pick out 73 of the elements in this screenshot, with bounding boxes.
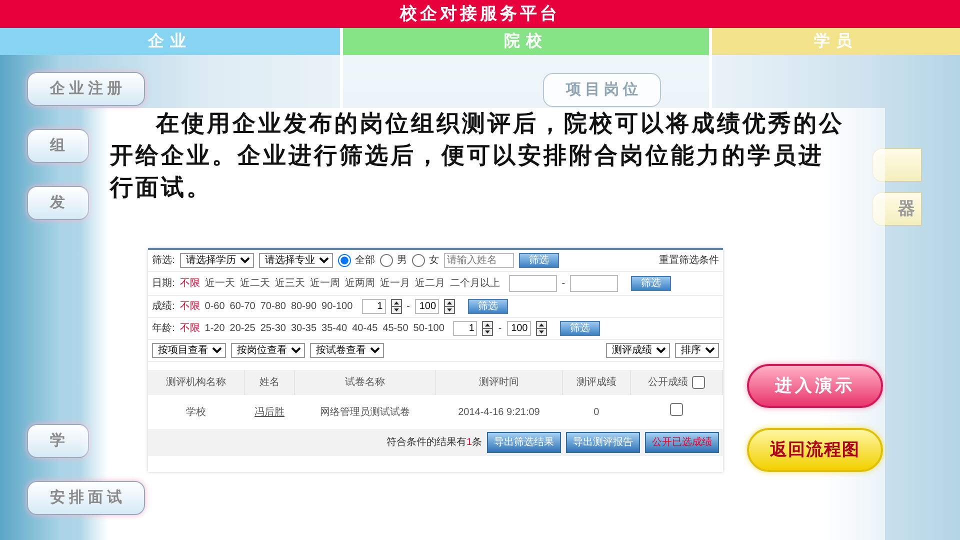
table-cell: 网络管理员测试试卷 xyxy=(294,395,436,429)
column-header: 公开成绩 xyxy=(648,377,688,388)
number-field[interactable]: 100 xyxy=(506,321,531,336)
date-field[interactable] xyxy=(508,275,557,292)
filter-label: 日期: xyxy=(152,276,175,291)
radio-label: 女 xyxy=(428,254,439,268)
column-header: 测评机构名称 xyxy=(148,370,244,395)
select-all-checkbox[interactable] xyxy=(692,376,705,389)
reset-link[interactable]: 重置筛选条件 xyxy=(659,253,719,268)
table-cell: 0 xyxy=(562,395,630,429)
filter-option[interactable]: 近一天 xyxy=(204,276,235,291)
row-checkbox[interactable] xyxy=(670,403,683,416)
number-field[interactable]: 1 xyxy=(362,299,386,314)
filter-option[interactable]: 80-90 xyxy=(290,299,317,314)
column-header: 试卷名称 xyxy=(294,370,436,395)
select-field[interactable]: 按岗位查看 xyxy=(231,343,305,358)
filter-option[interactable]: 近二天 xyxy=(240,276,270,291)
app-title: 校企对接服务平台 xyxy=(0,0,960,28)
select-field[interactable]: 请选择专业 xyxy=(258,253,333,268)
filter-option[interactable]: 不限 xyxy=(180,299,200,314)
select-field[interactable]: 请选择学历 xyxy=(180,253,254,268)
filter-option[interactable]: 1-20 xyxy=(204,321,225,336)
filter-option[interactable]: 近两周 xyxy=(344,276,375,291)
filter-option[interactable]: 近一月 xyxy=(380,276,410,291)
spinner-icon[interactable] xyxy=(536,321,547,336)
filter-option[interactable]: 60-70 xyxy=(230,299,256,314)
dash-text: - xyxy=(498,322,502,336)
filter-label: 成绩: xyxy=(152,300,175,314)
filter-option[interactable]: 40-45 xyxy=(352,321,378,336)
description-text: 在使用企业发布的岗位组织测评后，院校可以将成绩优秀的公开给企业。企业进行筛选后，便可以安排附合岗位能力的学员进行面试。 xyxy=(110,110,845,202)
filter-option[interactable]: 二个月以上 xyxy=(450,276,500,291)
select-field[interactable]: 排序 xyxy=(675,343,719,358)
column-header: 测评成绩 xyxy=(562,370,630,395)
filter-option[interactable]: 近二月 xyxy=(414,276,445,291)
number-field[interactable]: 100 xyxy=(415,299,440,314)
name-field[interactable]: 请输入姓名 xyxy=(444,253,514,268)
radio-button[interactable] xyxy=(380,254,393,267)
filter-option[interactable]: 30-35 xyxy=(290,321,317,336)
spinner-icon[interactable] xyxy=(390,299,402,314)
table-cell: 2014-4-16 9:21:09 xyxy=(435,395,563,429)
select-field[interactable]: 按项目查看 xyxy=(152,343,226,358)
radio-button[interactable] xyxy=(412,254,425,267)
filter-option[interactable]: 近一周 xyxy=(310,276,340,291)
spinner-icon[interactable] xyxy=(482,321,494,336)
filter-option[interactable]: 0-60 xyxy=(204,299,225,314)
filter-option[interactable]: 70-80 xyxy=(260,299,286,314)
filter-option[interactable]: 不限 xyxy=(180,276,200,291)
table-cell: 学校 xyxy=(148,395,244,429)
select-field[interactable]: 按试卷查看 xyxy=(310,343,384,358)
back-button[interactable]: 返回流程图 xyxy=(747,428,883,472)
column-header: 测评时间 xyxy=(435,370,563,395)
filter-label: 年龄: xyxy=(152,322,175,336)
column-header: 姓名 xyxy=(244,370,295,395)
filter-option[interactable]: 20-25 xyxy=(230,321,256,336)
dash-text: - xyxy=(562,277,566,291)
filter-option[interactable]: 不限 xyxy=(180,321,200,336)
filter-option[interactable]: 45-50 xyxy=(382,321,408,336)
filter-label: 筛选: xyxy=(152,254,175,268)
filter-option[interactable]: 近三天 xyxy=(274,276,305,291)
radio-button[interactable] xyxy=(338,254,351,267)
select-field[interactable]: 测评成绩 xyxy=(606,343,670,358)
filter-option[interactable]: 90-100 xyxy=(322,299,353,314)
radio-label: 男 xyxy=(396,254,407,268)
spinner-icon[interactable] xyxy=(444,299,456,314)
number-field[interactable]: 1 xyxy=(453,321,478,336)
filter-option[interactable]: 25-30 xyxy=(260,321,286,336)
filter-option[interactable]: 35-40 xyxy=(322,321,348,336)
radio-label: 全部 xyxy=(354,254,375,268)
name-link[interactable]: 冯后胜 xyxy=(244,395,295,429)
dash-text: - xyxy=(406,300,410,314)
filter-option[interactable]: 50-100 xyxy=(413,321,444,336)
date-field[interactable] xyxy=(570,275,618,292)
result-count-text: 符合条件的结果有1条 xyxy=(386,436,482,450)
